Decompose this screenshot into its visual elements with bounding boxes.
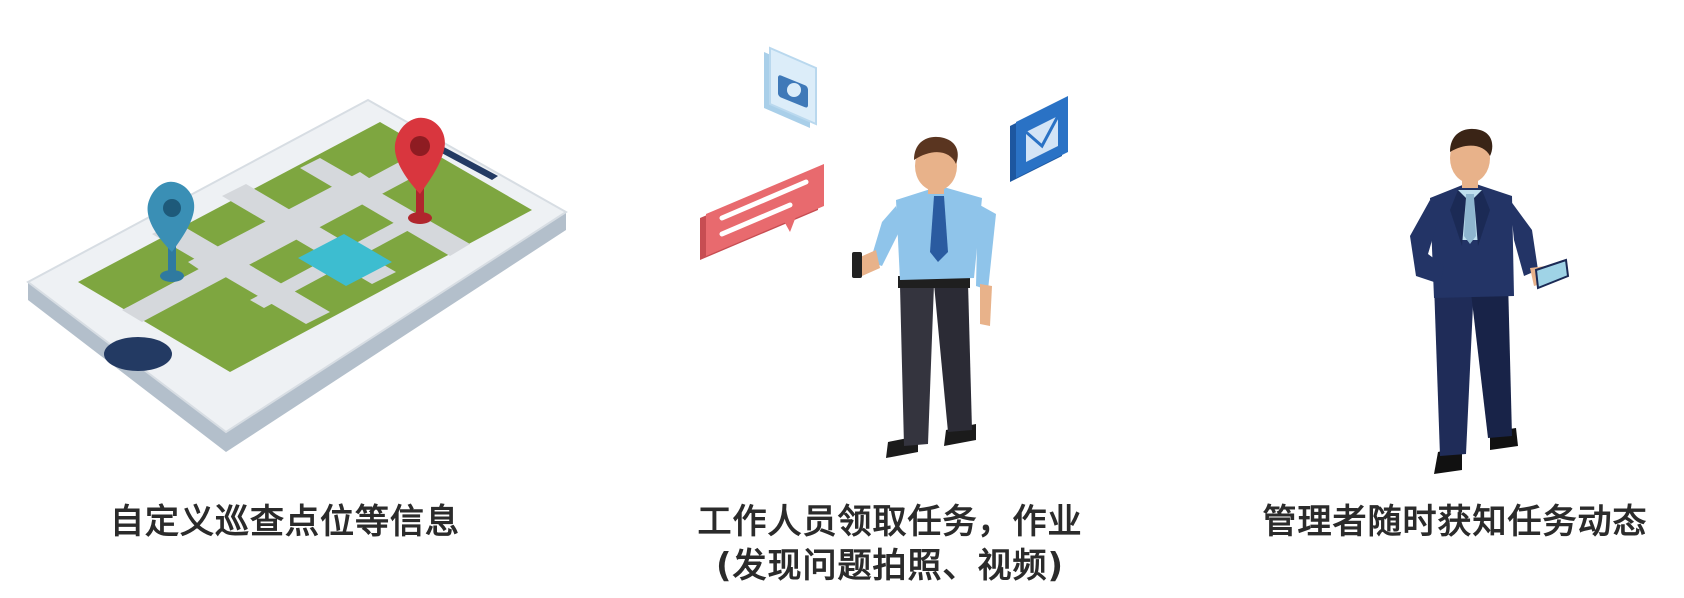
mail-icon [1010,96,1068,182]
camera-icon [764,46,817,128]
caption-worker-task: 工作人员领取任务，作业 (发现问题拍照、视频) [660,500,1120,588]
illustration-stage: 自定义巡查点位等信息 工作人员领取任务，作业 (发现问题拍照、视频) 管理者随时… [0,0,1684,598]
home-button [104,337,172,371]
isometric-phone-map [26,98,568,452]
smartphone-icon [852,252,862,278]
caption-line: 工作人员领取任务，作业 [697,502,1083,542]
caption-manager-status: 管理者随时获知任务动态 [1255,500,1655,544]
manager-figure [1410,128,1570,474]
caption-line: 自定义巡查点位等信息 [110,502,460,542]
caption-line: 管理者随时获知任务动态 [1262,502,1648,542]
caption-line: (发现问题拍照、视频) [715,546,1065,586]
smartphone-icon [1534,258,1570,290]
chat-bubble-icon [700,164,824,260]
caption-custom-points: 自定义巡查点位等信息 [90,500,480,544]
worker-figure [852,136,996,458]
